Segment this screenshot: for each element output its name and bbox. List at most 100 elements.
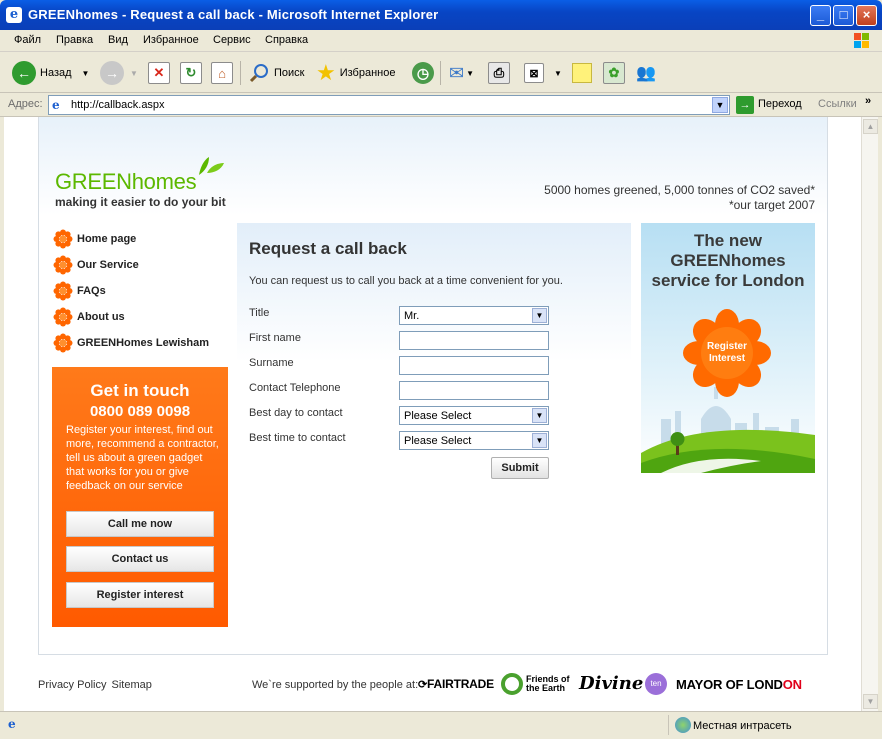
go-arrow-icon[interactable]: → xyxy=(736,96,754,114)
menu-view[interactable]: Вид xyxy=(108,34,128,46)
greenhomes-logo[interactable]: GREENhomes xyxy=(55,169,197,195)
first-name-label: First name xyxy=(249,332,301,344)
address-bar: Адрес: e http://callback.aspx ▼ → Перехо… xyxy=(0,93,882,117)
logo-green-text: GREEN xyxy=(55,169,132,194)
notes-button[interactable] xyxy=(572,61,592,85)
register-interest-badge[interactable]: Register Interest xyxy=(701,341,753,365)
nav-item-lewisham[interactable]: GREENHomes Lewisham xyxy=(53,333,209,353)
surname-label: Surname xyxy=(249,357,294,369)
title-label: Title xyxy=(249,307,270,319)
address-input[interactable]: e http://callback.aspx ▼ xyxy=(48,95,730,115)
mayor-text: MAYOR OF LOND xyxy=(676,677,783,692)
refresh-button[interactable]: ↻ xyxy=(180,61,202,85)
history-icon: ◷ xyxy=(412,62,434,84)
best-time-select[interactable]: Please Select ▼ xyxy=(399,431,549,450)
messenger-button[interactable]: 👥 xyxy=(636,61,656,85)
home-button[interactable]: ⌂ xyxy=(211,61,233,85)
friends-of-the-earth-logo[interactable]: Friends of the Earth xyxy=(501,673,570,695)
ten-logo[interactable]: ten xyxy=(645,673,667,695)
links-button[interactable]: Ссылки xyxy=(818,98,857,110)
status-bar: e Местная интрасеть xyxy=(0,711,882,739)
go-button[interactable]: Переход xyxy=(758,98,802,110)
privacy-policy-link[interactable]: Privacy Policy xyxy=(38,679,106,691)
edit-dropdown-icon[interactable]: ▼ xyxy=(554,69,562,78)
foe-ring-icon xyxy=(501,673,523,695)
site-footer: Privacy Policy Sitemap We`re supported b… xyxy=(4,665,861,705)
london-promo-banner[interactable]: The new GREENhomes service for London Re… xyxy=(641,223,815,473)
address-label: Адрес: xyxy=(8,98,43,110)
best-time-label: Best time to contact xyxy=(249,432,346,444)
forward-button[interactable]: → ▼ xyxy=(100,61,138,85)
edit-button[interactable]: ⊠ ▼ xyxy=(524,61,562,85)
telephone-field[interactable] xyxy=(399,381,549,400)
mail-button[interactable]: ✉ ▼ xyxy=(449,61,474,85)
flower-bullet-icon xyxy=(53,255,73,275)
menu-tools[interactable]: Сервис xyxy=(213,34,251,46)
chevron-down-icon[interactable]: ▼ xyxy=(532,408,547,423)
telephone-label: Contact Telephone xyxy=(249,382,341,394)
stat-line-1: 5000 homes greened, 5,000 tonnes of CO2 … xyxy=(544,183,815,197)
sitemap-link[interactable]: Sitemap xyxy=(112,679,152,691)
chevron-down-icon[interactable]: ▼ xyxy=(532,433,547,448)
menu-edit[interactable]: Правка xyxy=(56,34,93,46)
nav-item-about-us[interactable]: About us xyxy=(53,307,125,327)
nav-label: Our Service xyxy=(77,259,139,271)
register-interest-button[interactable]: Register interest xyxy=(66,582,214,608)
maximize-button[interactable]: □ xyxy=(833,5,854,26)
nav-item-our-service[interactable]: Our Service xyxy=(53,255,139,275)
fairtrade-mark-icon: ⟳ xyxy=(418,679,428,691)
surname-field[interactable] xyxy=(399,356,549,375)
scroll-up-icon[interactable]: ▲ xyxy=(863,119,878,134)
stop-button[interactable]: ✕ xyxy=(148,61,170,85)
scroll-down-icon[interactable]: ▼ xyxy=(863,694,878,709)
best-day-select[interactable]: Please Select ▼ xyxy=(399,406,549,425)
forward-dropdown-icon[interactable]: ▼ xyxy=(130,69,138,78)
menu-help[interactable]: Справка xyxy=(265,34,308,46)
page-icon: e xyxy=(52,98,60,112)
contact-us-button[interactable]: Contact us xyxy=(66,546,214,572)
title-select[interactable]: Mr. ▼ xyxy=(399,306,549,325)
flower-bullet-icon xyxy=(53,307,73,327)
search-icon xyxy=(249,64,268,83)
nav-item-faqs[interactable]: FAQs xyxy=(53,281,106,301)
mail-dropdown-icon[interactable]: ▼ xyxy=(466,69,474,78)
submit-button[interactable]: Submit xyxy=(491,457,549,479)
chevron-down-icon[interactable]: ▼ xyxy=(532,308,547,323)
stop-icon: ✕ xyxy=(148,62,170,84)
back-button[interactable]: ← Назад ▼ xyxy=(12,61,89,85)
flower-bullet-icon xyxy=(53,333,73,353)
back-dropdown-icon[interactable]: ▼ xyxy=(82,69,90,78)
first-name-field[interactable] xyxy=(399,331,549,350)
page-viewport: GREENhomes making it easier to do your b… xyxy=(4,117,861,711)
vertical-scrollbar[interactable]: ▲ ▼ xyxy=(861,117,878,711)
phone-number: 0800 089 0098 xyxy=(89,403,191,420)
call-me-now-button[interactable]: Call me now xyxy=(66,511,214,537)
nav-label: Home page xyxy=(77,233,137,245)
callback-form: Request a call back You can request us t… xyxy=(237,223,631,479)
menu-favorites[interactable]: Избранное xyxy=(143,34,199,46)
security-zone: Местная интрасеть xyxy=(668,715,878,735)
menu-file[interactable]: Файл xyxy=(14,34,41,46)
nav-item-home[interactable]: Home page xyxy=(53,229,136,249)
toolbar-divider xyxy=(440,61,441,85)
minimize-button[interactable]: _ xyxy=(810,5,831,26)
close-button[interactable]: × xyxy=(856,5,877,26)
search-button[interactable]: Поиск xyxy=(248,61,304,85)
logo-homes-text: homes xyxy=(131,169,197,194)
back-arrow-icon: ← xyxy=(12,61,36,85)
divine-logo[interactable]: Divine xyxy=(579,673,643,694)
address-dropdown-icon[interactable]: ▼ xyxy=(712,97,728,113)
icq-button[interactable]: ✿ xyxy=(603,61,625,85)
favorites-button[interactable]: ★ Избранное xyxy=(316,61,395,85)
links-chevron-icon[interactable]: » xyxy=(865,95,871,107)
print-button[interactable]: ⎙ xyxy=(488,61,510,85)
history-button[interactable]: ◷ xyxy=(412,61,434,85)
mayor-of-london-logo[interactable]: MAYOR OF LONDON xyxy=(676,677,802,692)
messenger-icon: 👥 xyxy=(636,65,656,82)
nav-label: About us xyxy=(77,311,125,323)
address-url: http://callback.aspx xyxy=(71,99,165,111)
windows-logo-icon xyxy=(854,33,869,48)
title-select-value: Mr. xyxy=(404,310,420,322)
fairtrade-logo[interactable]: ⟳FAIRTRADE xyxy=(418,677,494,691)
best-day-value: Please Select xyxy=(404,410,472,422)
